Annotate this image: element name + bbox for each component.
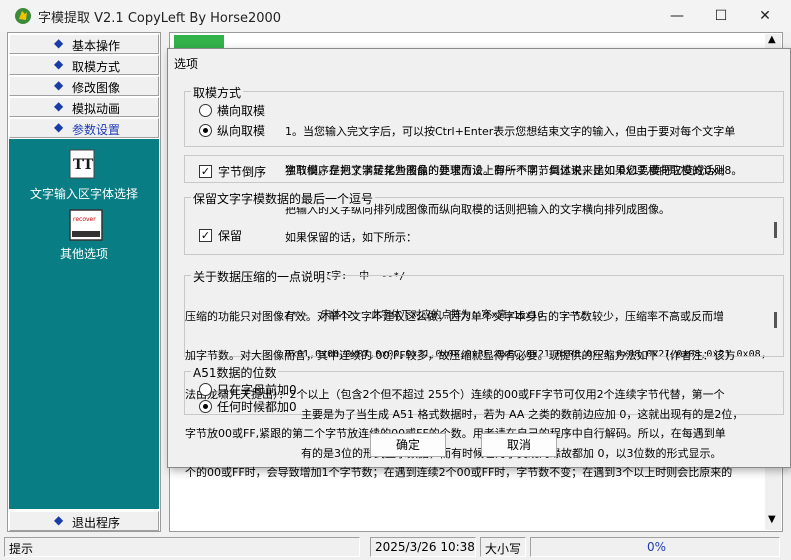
window-title: 字模提取 V2.1 CopyLeft By Horse2000 bbox=[38, 11, 282, 26]
exit-button[interactable]: ◆ 退出程序 bbox=[9, 511, 159, 531]
svg-text:recover: recover bbox=[73, 216, 96, 223]
font-select-label: 文字输入区字体选择 bbox=[29, 187, 138, 201]
exit-label: 退出程序 bbox=[72, 516, 121, 530]
radio-label: 任何时候都加0 bbox=[217, 400, 297, 414]
horizontal-mode-radio[interactable]: 横向取模 bbox=[199, 102, 265, 119]
status-progress-text: 0% bbox=[647, 540, 667, 554]
sidebar-item-label: 模拟动画 bbox=[72, 102, 121, 116]
app-window: 字模提取 V2.1 CopyLeft By Horse2000 — ☐ ✕ ◆ … bbox=[0, 0, 791, 560]
maximize-button[interactable]: ☐ bbox=[699, 0, 743, 32]
diamond-bullet-icon: ◆ bbox=[54, 120, 64, 134]
status-datetime: 2025/3/26 10:38:13 bbox=[370, 537, 476, 557]
font-select-item[interactable]: TT 文字输入区字体选择 bbox=[9, 149, 159, 201]
prefix-letters-radio[interactable]: 只在字母前加0 bbox=[199, 381, 297, 398]
scroll-up-arrow-icon[interactable]: ▲ bbox=[768, 34, 776, 45]
sidebar-item-settings[interactable]: ◆ 参数设置 bbox=[9, 118, 159, 138]
ok-button[interactable]: 确定 bbox=[370, 433, 446, 457]
cancel-button[interactable]: 取消 bbox=[481, 433, 557, 457]
status-progress-cell: 0% bbox=[530, 537, 780, 557]
diamond-bullet-icon: ◆ bbox=[54, 99, 64, 113]
radio-label: 横向取模 bbox=[217, 104, 266, 118]
dialog-title: 选项 bbox=[174, 57, 199, 71]
sidebar-item-mode[interactable]: ◆ 取模方式 bbox=[9, 55, 159, 75]
other-options-label: 其他选项 bbox=[59, 247, 108, 261]
status-case: 大小写 bbox=[480, 537, 526, 557]
keep-comma-group: 保留文字字模数据的最后一个逗号 ✓ 保留 如果保留的话，如下所示： /*-- 文… bbox=[184, 190, 784, 360]
diamond-bullet-icon: ◆ bbox=[54, 78, 64, 92]
group-title: A51数据的位数 bbox=[191, 364, 279, 381]
checkbox-label: 保留 bbox=[218, 229, 243, 243]
diamond-bullet-icon: ◆ bbox=[54, 36, 64, 50]
options-dialog: 选项 取模方式 横向取模 纵向取模 1。当您输入完文字后，可以按Ctrl+Ent… bbox=[167, 48, 791, 479]
diamond-bullet-icon: ◆ bbox=[54, 513, 64, 527]
other-options-item[interactable]: recover 其他选项 bbox=[9, 207, 159, 261]
settings-panel: TT 文字输入区字体选择 recover 其他选项 bbox=[9, 139, 159, 509]
checkmark-icon: ✓ bbox=[199, 229, 212, 242]
scroll-thumb[interactable] bbox=[774, 222, 777, 238]
sidebar-item-basic[interactable]: ◆ 基本操作 bbox=[9, 34, 159, 54]
sidebar-item-label: 取模方式 bbox=[72, 60, 121, 74]
checkmark-icon: ✓ bbox=[199, 165, 212, 178]
sidebar: ◆ 基本操作 ◆ 取模方式 ◆ 修改图像 ◆ 模拟动画 ◆ 参数设置 TT 文字… bbox=[7, 32, 161, 532]
horse-app-icon bbox=[15, 8, 31, 24]
recover-icon: recover bbox=[69, 209, 103, 241]
radio-dot-checked bbox=[199, 400, 212, 413]
keep-comma-checkbox[interactable]: ✓ 保留 bbox=[199, 227, 242, 244]
vertical-mode-radio[interactable]: 纵向取模 bbox=[199, 122, 265, 139]
sidebar-item-label: 修改图像 bbox=[72, 81, 121, 95]
svg-text:TT: TT bbox=[73, 157, 94, 173]
close-button[interactable]: ✕ bbox=[743, 0, 787, 32]
radio-label: 纵向取模 bbox=[217, 124, 266, 138]
group-title: 取模方式 bbox=[191, 84, 244, 101]
byte-reverse-group: ✓ 字节倒序 字节倒序是为了满足某些液晶的要求而设。即一个字节倒过来，比如 0x… bbox=[184, 155, 784, 183]
compression-group: 关于数据压缩的一点说明 压缩的功能只对图像有效。对单个文字不建议这么做，因为单个… bbox=[184, 268, 784, 479]
mode-group: 取模方式 横向取模 纵向取模 1。当您输入完文字后，可以按Ctrl+Enter表… bbox=[184, 84, 784, 216]
keep-comma-scrollbar[interactable] bbox=[771, 216, 781, 246]
radio-label: 只在字母前加0 bbox=[217, 383, 297, 397]
sidebar-item-label: 基本操作 bbox=[72, 39, 121, 53]
font-tt-icon: TT bbox=[69, 149, 95, 179]
a51-group: A51数据的位数 只在字母前加0 任何时候都加0 主要是为了当生成 A51 格式… bbox=[184, 364, 784, 460]
group-title: 关于数据压缩的一点说明 bbox=[191, 268, 328, 285]
title-bar: 字模提取 V2.1 CopyLeft By Horse2000 — ☐ ✕ bbox=[0, 0, 791, 32]
compression-scrollbar[interactable] bbox=[771, 298, 781, 348]
scroll-thumb[interactable] bbox=[774, 312, 777, 328]
status-hint: 提示 bbox=[4, 537, 360, 557]
scroll-down-arrow-icon[interactable]: ▼ bbox=[768, 514, 776, 525]
byte-reverse-checkbox[interactable]: ✓ 字节倒序 bbox=[199, 163, 266, 180]
progress-strip bbox=[174, 35, 224, 48]
radio-dot bbox=[199, 104, 212, 117]
sidebar-item-animation[interactable]: ◆ 模拟动画 bbox=[9, 97, 159, 117]
sidebar-item-edit-image[interactable]: ◆ 修改图像 bbox=[9, 76, 159, 96]
radio-dot bbox=[199, 383, 212, 396]
byte-reverse-description: 字节倒序是为了满足某些液晶的要求而设。即一个字节倒过来，比如 0x17,要把它变… bbox=[285, 164, 743, 177]
minimize-button[interactable]: — bbox=[655, 0, 699, 32]
prefix-always-radio[interactable]: 任何时候都加0 bbox=[199, 398, 297, 415]
checkbox-label: 字节倒序 bbox=[218, 165, 267, 179]
diamond-bullet-icon: ◆ bbox=[54, 57, 64, 71]
status-bar: 提示 2025/3/26 10:38:13 大小写 0% bbox=[0, 534, 791, 560]
radio-dot-checked bbox=[199, 124, 212, 137]
sidebar-item-label: 参数设置 bbox=[72, 123, 121, 137]
